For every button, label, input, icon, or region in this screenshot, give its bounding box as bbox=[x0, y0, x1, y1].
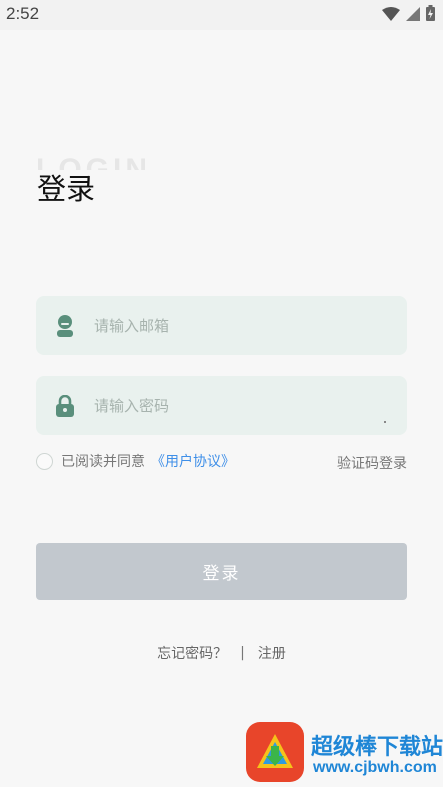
forgot-password-link[interactable]: 忘记密码？ bbox=[157, 643, 227, 663]
status-icons bbox=[382, 5, 435, 25]
password-visibility-dot bbox=[384, 421, 386, 423]
user-icon bbox=[36, 314, 94, 338]
status-bar: 2:52 bbox=[0, 0, 443, 30]
email-field[interactable] bbox=[36, 296, 407, 355]
page-title: 登录 bbox=[37, 172, 96, 206]
password-input[interactable] bbox=[94, 376, 384, 435]
download-site-logo bbox=[246, 722, 304, 782]
email-input[interactable] bbox=[94, 296, 384, 355]
agreement-row: 已阅读并同意 《用户协议》 bbox=[36, 451, 235, 471]
user-agreement-link[interactable]: 《用户协议》 bbox=[151, 451, 235, 471]
bottom-links: 忘记密码？ | 注册 bbox=[0, 643, 443, 663]
password-field[interactable] bbox=[36, 376, 407, 435]
register-link[interactable]: 注册 bbox=[258, 643, 286, 663]
download-site-title: 超级棒下载站 bbox=[311, 735, 443, 760]
agreement-checkbox[interactable] bbox=[36, 452, 53, 470]
battery-charging-icon bbox=[426, 5, 435, 25]
agreement-text: 已阅读并同意 bbox=[61, 454, 145, 470]
wifi-icon bbox=[382, 6, 400, 25]
cellular-signal-icon bbox=[406, 6, 420, 25]
login-button[interactable]: 登录 bbox=[36, 543, 407, 600]
link-separator: | bbox=[240, 645, 245, 661]
status-time: 2:52 bbox=[6, 4, 40, 23]
sms-code-login-link[interactable]: 验证码登录 bbox=[337, 453, 407, 473]
lock-icon bbox=[36, 394, 94, 417]
download-site-url: www.cjbwh.com bbox=[313, 759, 437, 776]
